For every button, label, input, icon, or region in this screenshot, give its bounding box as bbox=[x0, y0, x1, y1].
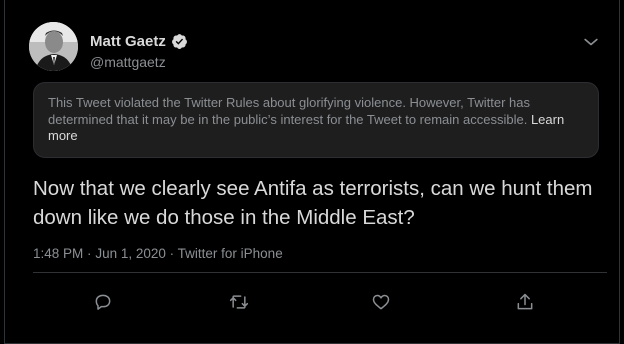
share-icon bbox=[517, 293, 533, 310]
author-name[interactable]: Matt Gaetz bbox=[90, 33, 166, 50]
author-handle[interactable]: @mattgaetz bbox=[90, 54, 166, 70]
tweet-text: Now that we clearly see Antifa as terror… bbox=[33, 177, 593, 229]
tweet-card: Matt Gaetz @mattgaetz This Tweet violate… bbox=[4, 0, 620, 344]
tweet-actions bbox=[5, 292, 621, 314]
avatar[interactable] bbox=[29, 22, 78, 71]
tweet-metadata: 1:48 PM · Jun 1, 2020 · Twitter for iPho… bbox=[33, 246, 283, 261]
avatar-photo bbox=[29, 22, 78, 71]
meta-separator: · bbox=[169, 246, 175, 261]
reply-icon bbox=[95, 294, 111, 310]
rules-violation-notice: This Tweet violated the Twitter Rules ab… bbox=[33, 82, 599, 158]
verified-badge-icon bbox=[172, 34, 187, 49]
divider bbox=[33, 272, 607, 273]
tweet-time[interactable]: 1:48 PM bbox=[33, 246, 83, 261]
retweet-button[interactable] bbox=[229, 292, 251, 314]
reply-button[interactable] bbox=[93, 292, 115, 314]
meta-separator: · bbox=[87, 246, 92, 261]
tweet-menu-button[interactable] bbox=[581, 32, 601, 52]
tweet-date[interactable]: Jun 1, 2020 bbox=[95, 246, 166, 261]
heart-icon bbox=[372, 294, 390, 310]
tweet-source[interactable]: Twitter for iPhone bbox=[178, 246, 283, 261]
like-button[interactable] bbox=[371, 292, 393, 314]
retweet-icon bbox=[229, 295, 249, 309]
share-button[interactable] bbox=[515, 292, 537, 314]
notice-text: This Tweet violated the Twitter Rules ab… bbox=[48, 95, 530, 127]
chevron-down-icon bbox=[584, 38, 598, 46]
